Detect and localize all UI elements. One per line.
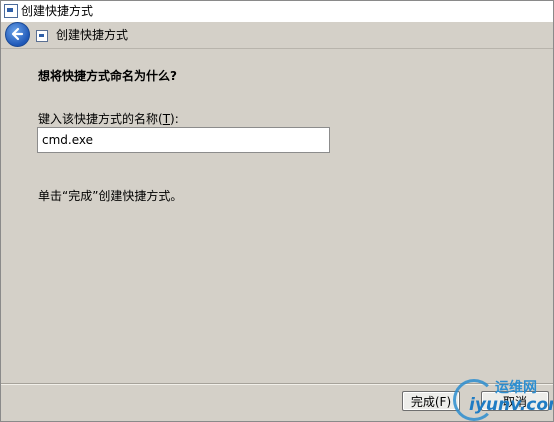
name-field-label: 键入该快捷方式的名称(T): bbox=[38, 110, 179, 127]
page-heading: 想将快捷方式命名为什么? bbox=[38, 69, 177, 83]
cancel-button[interactable]: 取消 bbox=[481, 391, 549, 411]
window-shortcut-icon bbox=[4, 4, 18, 18]
wizard-header: 创建快捷方式 bbox=[1, 22, 553, 48]
header-divider bbox=[1, 48, 553, 49]
back-arrow-icon bbox=[11, 27, 24, 41]
finish-button[interactable]: 完成(F) bbox=[402, 391, 460, 411]
shortcut-icon bbox=[36, 30, 48, 42]
shortcut-wizard-window: 创建快捷方式 创建快捷方式 想将快捷方式命名为什么? 键入该快捷方式的名称(T)… bbox=[0, 0, 554, 422]
title-bar: 创建快捷方式 bbox=[1, 1, 553, 22]
name-field-hotkey: T bbox=[162, 112, 171, 126]
footer-divider bbox=[1, 383, 553, 385]
back-button[interactable] bbox=[5, 22, 30, 47]
finish-hint: 单击“完成”创建快捷方式。 bbox=[38, 189, 183, 203]
name-field-label-prefix: 键入该快捷方式的名称( bbox=[38, 112, 163, 126]
shortcut-name-input[interactable] bbox=[37, 127, 330, 153]
name-field-label-suffix: ): bbox=[170, 112, 179, 126]
wizard-title: 创建快捷方式 bbox=[56, 28, 129, 42]
window-title: 创建快捷方式 bbox=[21, 4, 94, 18]
